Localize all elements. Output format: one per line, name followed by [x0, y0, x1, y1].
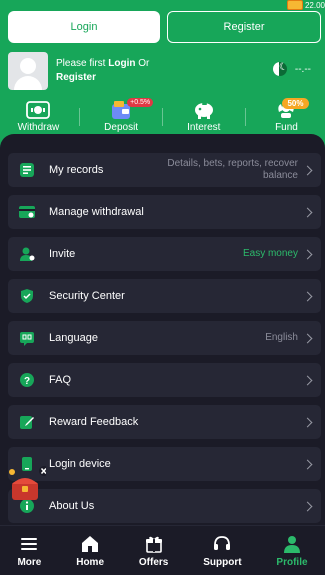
menu-security-center[interactable]: Security Center: [8, 279, 321, 313]
nav-home[interactable]: Home: [76, 534, 104, 568]
login-prompt: Please first Login Or Register: [56, 58, 150, 83]
chevron-right-icon: [302, 291, 313, 301]
nav-profile[interactable]: Profile: [276, 534, 308, 568]
login-link[interactable]: Login: [108, 58, 135, 69]
avatar: [8, 52, 48, 90]
deposit-badge: +0.5%: [127, 98, 154, 107]
card-icon: [18, 203, 36, 221]
feedback-edit-icon: [18, 413, 36, 431]
promo-text: 22.00: [304, 0, 325, 10]
chevron-right-icon: [302, 375, 313, 385]
profile-header: 22.00 Login Register Please first Login …: [0, 0, 325, 148]
chevron-right-icon: [302, 207, 313, 217]
menu-faq[interactable]: ? FAQ: [8, 363, 321, 397]
pakistan-flag-icon: [272, 62, 287, 76]
shield-icon: [18, 287, 36, 305]
chevron-right-icon: [302, 417, 313, 427]
invite-user-icon: [18, 245, 36, 263]
menu-login-device[interactable]: Login device: [8, 447, 321, 481]
question-icon: ?: [18, 371, 36, 389]
menu-manage-withdrawal[interactable]: Manage withdrawal: [8, 195, 321, 229]
nav-support[interactable]: Support: [203, 534, 242, 568]
quick-actions: Withdraw +0.5% Deposit Interest 50% Fund: [0, 98, 325, 133]
register-button[interactable]: Register: [167, 11, 321, 43]
promo-banner[interactable]: 22.00: [286, 0, 325, 10]
menu-hamburger-icon: [19, 534, 39, 554]
fund-action[interactable]: 50% Fund: [250, 98, 322, 133]
chevron-right-icon: [302, 165, 313, 175]
interest-action[interactable]: Interest: [168, 100, 240, 133]
deposit-action[interactable]: +0.5% Deposit: [85, 98, 157, 133]
profile-menu: My records Details, bets, reports, recov…: [8, 153, 321, 531]
profile-icon: [282, 534, 302, 554]
fund-badge: 50%: [282, 98, 309, 109]
gift-icon: [286, 0, 303, 10]
chevron-right-icon: [302, 333, 313, 343]
bottom-navigation: More Home Offers Support Profile: [0, 525, 325, 575]
balance-value: --.--: [294, 63, 311, 75]
menu-my-records[interactable]: My records Details, bets, reports, recov…: [8, 153, 321, 187]
treasure-chest-widget[interactable]: [6, 466, 49, 506]
chevron-right-icon: [302, 501, 313, 511]
user-info: Please first Login Or Register: [8, 52, 149, 90]
nav-offers[interactable]: Offers: [139, 534, 168, 568]
nav-more[interactable]: More: [17, 534, 41, 568]
menu-invite[interactable]: Invite Easy money: [8, 237, 321, 271]
chevron-right-icon: [302, 459, 313, 469]
chevron-right-icon: [302, 249, 313, 259]
wallet-icon: [24, 100, 52, 120]
piggy-bank-icon: [190, 100, 218, 120]
language-icon: [18, 329, 36, 347]
svg-text:?: ?: [24, 376, 30, 387]
records-icon: [18, 161, 36, 179]
headset-icon: [212, 534, 232, 554]
gift-box-icon: [144, 534, 164, 554]
register-link[interactable]: Register: [56, 72, 96, 83]
withdraw-action[interactable]: Withdraw: [2, 100, 74, 133]
balance-area: --.--: [272, 62, 311, 76]
login-button[interactable]: Login: [8, 11, 160, 43]
menu-about-us[interactable]: About Us: [8, 489, 321, 523]
menu-reward-feedback[interactable]: Reward Feedback: [8, 405, 321, 439]
home-icon: [80, 534, 100, 554]
menu-language[interactable]: Language English: [8, 321, 321, 355]
